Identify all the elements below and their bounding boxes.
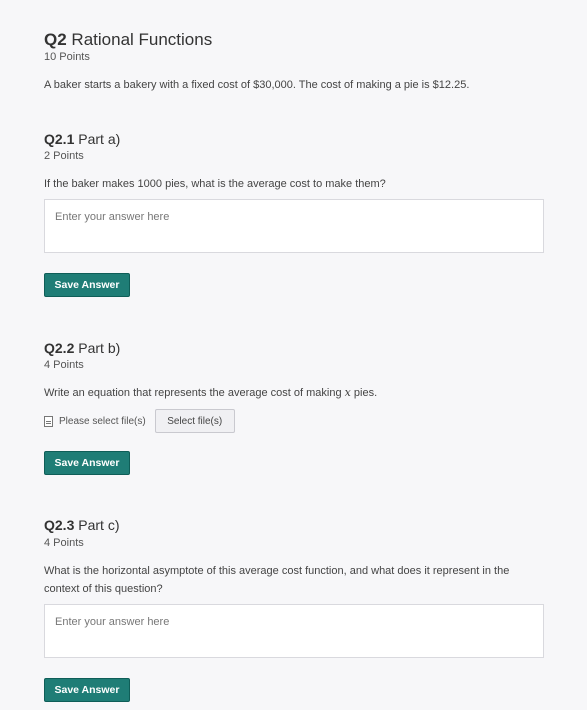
subquestion-number: Q2.2 <box>44 340 75 356</box>
subquestion-title-q21: Q2.1 Part a) <box>44 131 120 147</box>
question-points: 10 Points <box>44 51 90 63</box>
prompt-text-end: pies. <box>350 387 378 399</box>
subquestion-prompt: Write an equation that represents the av… <box>44 384 544 402</box>
subquestion-title-q22: Q2.2 Part b) <box>44 340 120 356</box>
question-description: A baker starts a bakery with a fixed cos… <box>44 79 470 91</box>
subquestion-name: Part b) <box>78 340 121 356</box>
subquestion-title-q23: Q2.3 Part c) <box>44 517 119 533</box>
subquestion-number: Q2.3 <box>44 517 75 533</box>
question-title: Q2 Rational Functions <box>44 30 212 50</box>
question-name: Rational Functions <box>71 30 213 49</box>
subquestion-prompt: If the baker makes 1000 pies, what is th… <box>44 178 386 190</box>
save-answer-button-q22[interactable]: Save Answer <box>44 451 130 475</box>
subquestion-points: 2 Points <box>44 150 84 162</box>
answer-input-q23[interactable]: Enter your answer here <box>44 604 544 658</box>
document-icon <box>44 415 53 427</box>
subquestion-number: Q2.1 <box>44 131 75 147</box>
answer-input-q21[interactable]: Enter your answer here <box>44 199 544 253</box>
question-page: Q2 Rational Functions 10 Points A baker … <box>0 0 587 710</box>
subquestion-name: Part a) <box>78 131 121 147</box>
question-number: Q2 <box>44 30 67 49</box>
subquestion-points: 4 Points <box>44 359 84 371</box>
save-answer-button-q23[interactable]: Save Answer <box>44 678 130 702</box>
subquestion-name: Part c) <box>78 517 120 533</box>
subquestion-prompt: What is the horizontal asymptote of this… <box>44 565 510 595</box>
file-upload-row: Please select file(s) Select file(s) <box>44 409 235 433</box>
file-status-label: Please select file(s) <box>59 415 146 427</box>
subquestion-points: 4 Points <box>44 537 84 549</box>
save-answer-button-q21[interactable]: Save Answer <box>44 273 130 297</box>
select-files-button[interactable]: Select file(s) <box>154 409 235 433</box>
prompt-text: Write an equation that represents the av… <box>44 387 345 399</box>
